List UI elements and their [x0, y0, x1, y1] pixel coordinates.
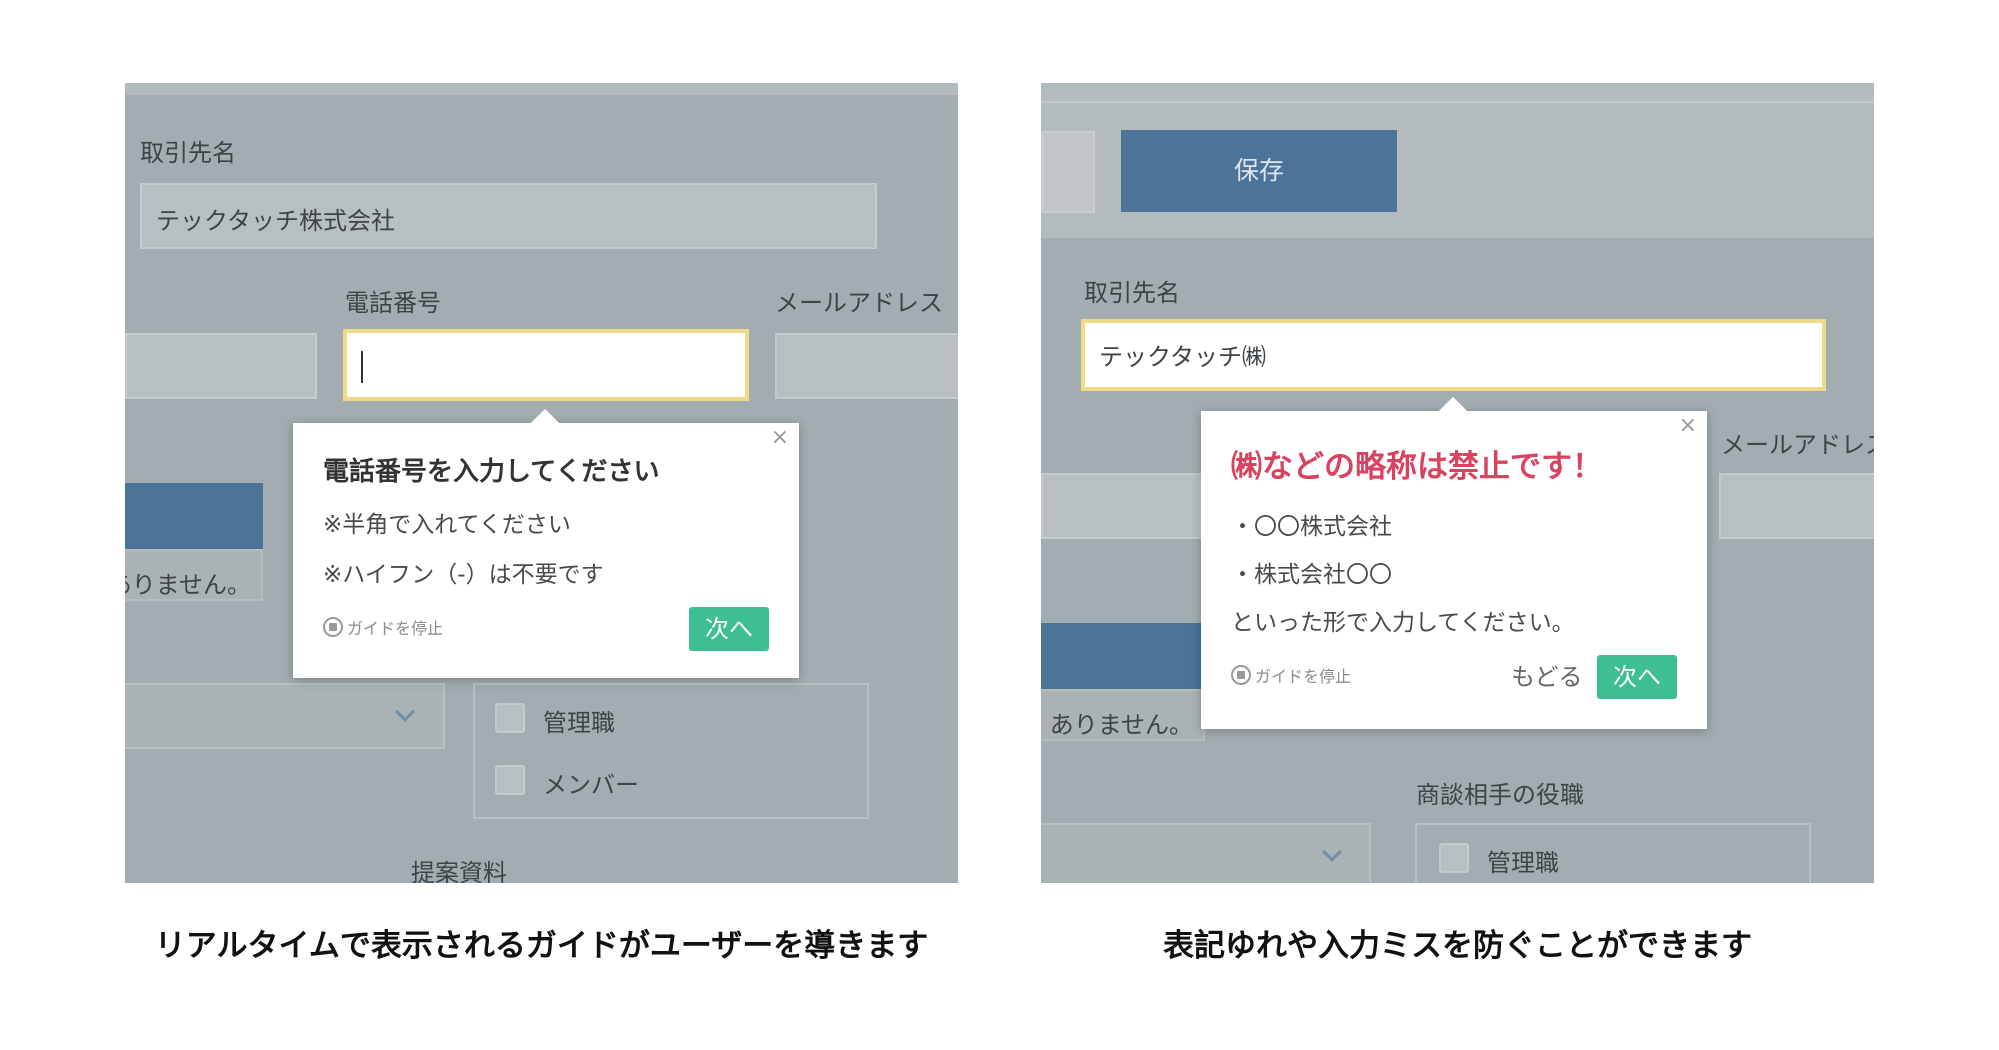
- note-box: ありません。: [1041, 689, 1205, 741]
- phone-input[interactable]: [343, 329, 749, 401]
- role-checkbox-group: 管理職 メンバー: [473, 683, 869, 819]
- role-checkbox-group: 管理職: [1415, 823, 1811, 883]
- guide-tooltip: × ㈱などの略称は禁止です！ ・〇〇株式会社 ・株式会社〇〇 といった形で入力し…: [1201, 396, 1707, 729]
- stop-guide-label: ガイドを停止: [1255, 667, 1352, 686]
- back-button[interactable]: もどる: [1511, 657, 1583, 692]
- client-name-value: テックタッチ㈱: [1099, 343, 1267, 371]
- client-name-input[interactable]: テックタッチ株式会社: [140, 183, 877, 249]
- checkbox-manager[interactable]: [495, 703, 525, 733]
- save-button[interactable]: 保存: [1121, 130, 1397, 212]
- partial-input-left[interactable]: [1041, 473, 1201, 539]
- chevron-down-icon: [1322, 842, 1342, 862]
- text-caret: [361, 351, 363, 383]
- tooltip-line-3: といった形で入力してください。: [1231, 610, 1575, 636]
- blue-button-partial[interactable]: [125, 483, 263, 551]
- email-label: メールアドレス: [1721, 431, 1874, 459]
- close-icon[interactable]: ×: [771, 427, 789, 449]
- checkbox-manager[interactable]: [1439, 843, 1469, 873]
- tooltip-line-2: ※ハイフン（-）は不要です: [323, 562, 604, 588]
- note-box: ありません。: [125, 549, 263, 601]
- stop-guide-icon: [323, 617, 343, 637]
- partial-input-left[interactable]: [125, 333, 317, 399]
- stop-guide-link[interactable]: ガイドを停止: [323, 615, 443, 639]
- stop-guide-label: ガイドを停止: [347, 619, 444, 638]
- stop-guide-icon: [1231, 665, 1251, 685]
- toolbar-button-partial[interactable]: [1041, 131, 1095, 213]
- client-name-label: 取引先名: [140, 139, 236, 167]
- checkbox-manager-label: 管理職: [1487, 849, 1559, 877]
- note-text: ありません。: [125, 571, 251, 599]
- toolbar-area: 保存: [1041, 83, 1874, 238]
- close-icon[interactable]: ×: [1679, 415, 1697, 437]
- client-name-input[interactable]: テックタッチ㈱: [1081, 319, 1826, 391]
- tooltip-title: ㈱などの略称は禁止です！: [1231, 449, 1603, 485]
- email-input[interactable]: [775, 333, 958, 399]
- tooltip-line-1: ※半角で入れてください: [323, 512, 571, 538]
- email-label: メールアドレス: [775, 289, 943, 317]
- position-label: 商談相手の役職: [1416, 781, 1584, 809]
- toolbar-divider: [1041, 101, 1874, 103]
- next-button[interactable]: 次へ: [1597, 655, 1677, 699]
- blue-button-partial[interactable]: [1041, 623, 1201, 691]
- client-name-value: テックタッチ株式会社: [156, 207, 396, 235]
- next-button[interactable]: 次へ: [689, 607, 769, 651]
- select-dropdown[interactable]: [1041, 823, 1371, 883]
- checkbox-manager-label: 管理職: [543, 709, 615, 737]
- top-strip: [125, 83, 958, 95]
- checkbox-member-label: メンバー: [543, 771, 639, 799]
- right-screenshot-panel: 保存 取引先名 テックタッチ㈱ メールアドレス ありません。 商談相手の役職 管…: [1041, 83, 1874, 883]
- tooltip-arrow: [530, 408, 560, 438]
- tooltip-arrow: [1438, 396, 1468, 426]
- caption-left: リアルタイムで表示されるガイドがユーザーを導きます: [154, 928, 929, 964]
- note-text: ありません。: [1049, 711, 1193, 739]
- email-input[interactable]: [1719, 473, 1874, 539]
- materials-label: 提案資料: [411, 859, 507, 883]
- tooltip-title: 電話番号を入力してください: [323, 457, 660, 487]
- stop-guide-link[interactable]: ガイドを停止: [1231, 663, 1351, 687]
- phone-label: 電話番号: [345, 289, 441, 317]
- chevron-down-icon: [395, 702, 415, 722]
- left-screenshot-panel: 取引先名 テックタッチ株式会社 電話番号 メールアドレス ありません。 管理職 …: [125, 83, 958, 883]
- guide-tooltip: × 電話番号を入力してください ※半角で入れてください ※ハイフン（-）は不要で…: [293, 408, 799, 678]
- caption-right: 表記ゆれや入力ミスを防ぐことができます: [1163, 928, 1752, 964]
- select-dropdown[interactable]: [125, 683, 445, 749]
- phone-value: [347, 333, 745, 365]
- tooltip-line-2: ・株式会社〇〇: [1231, 562, 1392, 588]
- client-name-label: 取引先名: [1084, 279, 1180, 307]
- tooltip-line-1: ・〇〇株式会社: [1231, 514, 1392, 540]
- checkbox-member[interactable]: [495, 765, 525, 795]
